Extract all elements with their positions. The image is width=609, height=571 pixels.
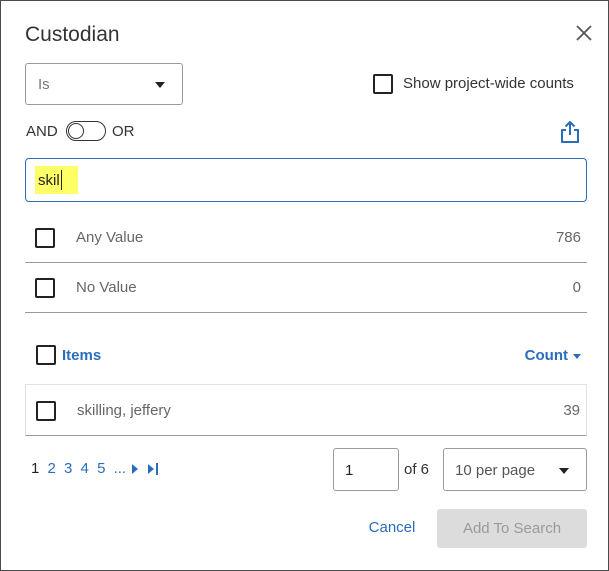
close-icon[interactable] xyxy=(572,21,596,45)
item-label: skilling, jeffery xyxy=(77,402,171,419)
page-count-label: of 6 xyxy=(404,461,430,478)
page-number-value: 1 xyxy=(345,462,354,479)
and-label: AND xyxy=(26,123,58,140)
dialog-title: Custodian xyxy=(25,23,120,46)
any-value-count: 786 xyxy=(555,229,581,246)
cancel-button[interactable]: Cancel xyxy=(353,510,431,548)
next-page-icon[interactable] xyxy=(132,464,139,475)
last-page-icon[interactable] xyxy=(148,463,160,476)
show-project-wide-label: Show project-wide counts xyxy=(403,75,574,92)
search-input[interactable]: skil xyxy=(25,158,587,202)
custodian-filter-dialog: Custodian Is Show project-wide counts AN… xyxy=(0,0,609,571)
page-link-5[interactable]: 5 xyxy=(97,460,105,477)
add-to-search-button[interactable]: Add To Search xyxy=(437,509,587,548)
items-list: skilling, jeffery 39 xyxy=(25,384,587,436)
page-link-2[interactable]: 2 xyxy=(48,460,56,477)
text-cursor xyxy=(61,170,62,190)
operator-select[interactable]: Is xyxy=(25,63,183,105)
operator-select-value: Is xyxy=(38,76,50,93)
and-or-toggle[interactable] xyxy=(66,121,106,141)
count-sort-label: Count xyxy=(524,347,568,364)
items-header: Items Count xyxy=(25,341,587,369)
item-checkbox[interactable] xyxy=(36,401,56,421)
any-value-row[interactable]: Any Value 786 xyxy=(25,213,587,263)
no-value-row[interactable]: No Value 0 xyxy=(25,263,587,313)
no-value-count: 0 xyxy=(572,279,581,296)
search-input-value: skil xyxy=(38,172,60,189)
no-value-label: No Value xyxy=(76,279,137,296)
pagination: 1 2 3 4 5 ... xyxy=(31,460,164,480)
page-link-3[interactable]: 3 xyxy=(64,460,72,477)
per-page-value: 10 per page xyxy=(455,462,536,479)
count-sort-button[interactable]: Count xyxy=(525,347,581,364)
item-count: 39 xyxy=(563,402,580,419)
any-value-label: Any Value xyxy=(76,229,144,246)
chevron-down-icon xyxy=(155,82,165,88)
page-link-4[interactable]: 4 xyxy=(81,460,89,477)
no-value-checkbox[interactable] xyxy=(35,278,55,298)
per-page-select[interactable]: 10 per page xyxy=(443,448,587,491)
show-project-wide-checkbox[interactable] xyxy=(373,74,393,94)
sort-caret-icon xyxy=(573,353,581,359)
page-number-input[interactable]: 1 xyxy=(333,448,399,491)
any-value-checkbox[interactable] xyxy=(35,228,55,248)
items-column-header[interactable]: Items xyxy=(62,347,101,364)
select-all-items-checkbox[interactable] xyxy=(36,345,56,365)
export-icon[interactable] xyxy=(559,120,581,144)
chevron-down-icon xyxy=(559,468,569,474)
or-label: OR xyxy=(112,123,135,140)
page-ellipsis: ... xyxy=(113,460,127,477)
page-current: 1 xyxy=(31,460,40,477)
toggle-knob xyxy=(68,123,84,139)
